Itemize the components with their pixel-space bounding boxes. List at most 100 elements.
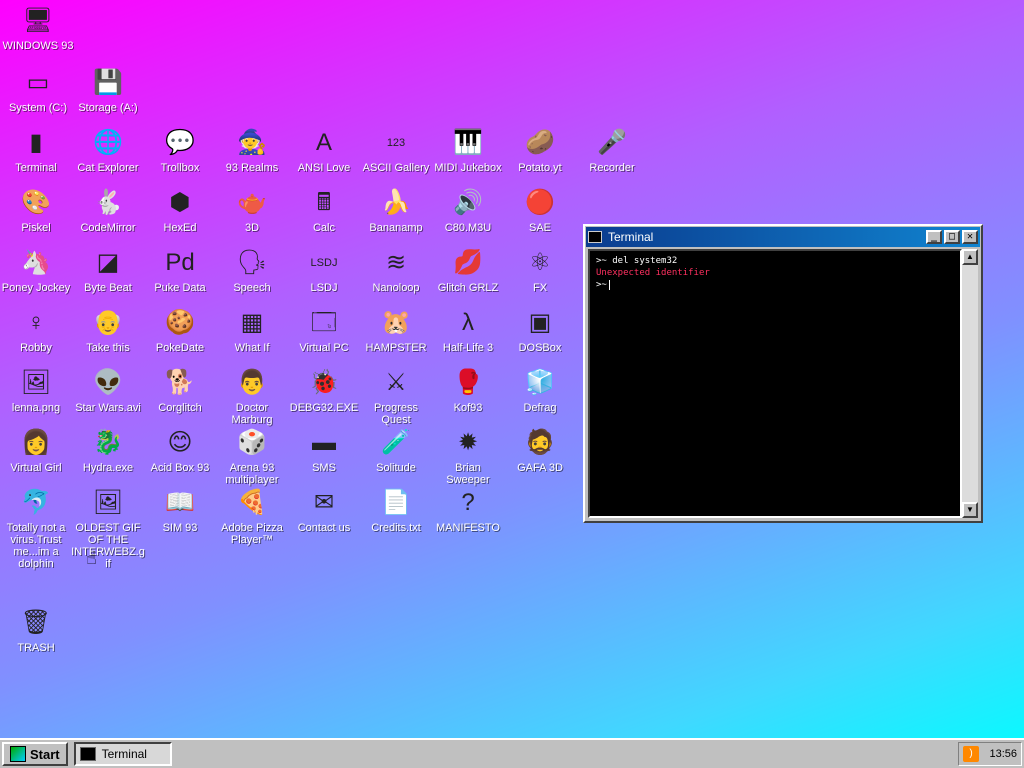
desktop-icon-hampster[interactable]: 🐹 HAMPSTER (360, 306, 432, 355)
app-icon: ? (461, 489, 475, 516)
desktop-icon-virtual-pc[interactable]: 🗔 Virtual PC (288, 306, 360, 355)
terminal-output[interactable]: >~ del system32 Unexpected identifier >~ (588, 249, 962, 518)
desktop-icon-dosbox[interactable]: ▣ DOSBox (504, 306, 576, 355)
icon-label: SIM 93 (162, 522, 198, 534)
desktop-icon-windows-93[interactable]: 🖥 WINDOWS 93 (2, 4, 74, 53)
desktop-icon-defrag[interactable]: 🧊 Defrag (504, 366, 576, 415)
desktop-icon-glitch-grlz[interactable]: 💋 Glitch GRLZ (432, 246, 504, 295)
desktop-icon-pokedate[interactable]: 🍪 PokeDate (144, 306, 216, 355)
desktop-icon-trollbox[interactable]: 💬 Trollbox (144, 126, 216, 175)
terminal-scrollbar[interactable]: ▲ ▼ (962, 249, 978, 518)
icon-label: HexEd (163, 222, 197, 234)
desktop-icon-credits-txt[interactable]: 📄 Credits.txt (360, 486, 432, 535)
taskbar-item-terminal[interactable]: Terminal (73, 742, 172, 766)
app-icon: 🐉 (93, 429, 123, 456)
app-icon: ▮ (29, 129, 43, 156)
desktop-icon-oldest-gif-of-the-interwebz-gif[interactable]: 🖼 OLDEST GIF OF THE INTERWEBZ.gif (71, 486, 145, 571)
icon-label: Glitch GRLZ (437, 282, 499, 294)
app-icon: ◪ (96, 249, 120, 276)
desktop-icon-3d[interactable]: 🫖 3D (216, 186, 288, 235)
icon-label: Puke Data (154, 282, 206, 294)
icon-label: Storage (A:) (78, 102, 138, 114)
desktop-icon-gafa-3d[interactable]: 🧔 GAFA 3D (504, 426, 576, 475)
desktop-icon-lenna-png[interactable]: 🖼 lenna.png (0, 366, 72, 415)
scroll-down-arrow-icon[interactable]: ▼ (962, 502, 978, 518)
desktop-icon-nanoloop[interactable]: ≋ Nanoloop (360, 246, 432, 295)
desktop-icon-piskel[interactable]: 🎨 Piskel (0, 186, 72, 235)
icon-label: Terminal (15, 162, 57, 174)
minimize-button[interactable]: _ (926, 230, 942, 244)
scroll-up-arrow-icon[interactable]: ▲ (962, 249, 978, 265)
desktop-icon-terminal[interactable]: ▮ Terminal (0, 126, 72, 175)
desktop-icon-puke-data[interactable]: Pd Puke Data (144, 246, 216, 295)
desktop-icon-adobe-pizza-player[interactable]: 🍕 Adobe Pizza Player™ (216, 486, 288, 547)
desktop-icon-take-this[interactable]: 👴 Take this (72, 306, 144, 355)
desktop-icon-93-realms[interactable]: 🧙 93 Realms (216, 126, 288, 175)
desktop-icon-trash[interactable]: 🗑 TRASH (0, 606, 72, 655)
desktop-icon-poney-jockey[interactable]: 🦄 Poney Jockey (0, 246, 72, 295)
start-button[interactable]: Start (2, 742, 68, 766)
desktop-icon-brian-sweeper[interactable]: ✹ Brian Sweeper (432, 426, 504, 487)
app-icon: ▭ (26, 69, 50, 96)
desktop-icon-byte-beat[interactable]: ◪ Byte Beat (72, 246, 144, 295)
desktop-icon-progress-quest[interactable]: ⚔ Progress Quest (360, 366, 432, 427)
desktop-icon-virtual-girl[interactable]: 👩 Virtual Girl (0, 426, 72, 475)
start-label: Start (30, 746, 60, 762)
desktop-icon-storage-a[interactable]: 💾 Storage (A:) (72, 66, 144, 115)
icon-label: System (C:) (8, 102, 68, 114)
app-icon: Pd (165, 249, 195, 276)
app-icon: 🌐 (93, 129, 123, 156)
desktop-icon-bananamp[interactable]: 🍌 Bananamp (360, 186, 432, 235)
app-icon: 🐇 (93, 189, 123, 216)
desktop-icon-calc[interactable]: 🖩 Calc (288, 186, 360, 235)
icon-label: Speech (233, 282, 271, 294)
icon-label: Virtual PC (299, 342, 349, 354)
desktop-icon-kof93[interactable]: 🥊 Kof93 (432, 366, 504, 415)
desktop-icon-hexed[interactable]: ⬢ HexEd (144, 186, 216, 235)
desktop-icon-half-life-3[interactable]: λ Half-Life 3 (432, 306, 504, 355)
icon-label: Poney Jockey (1, 282, 71, 294)
desktop-icon-cat-explorer[interactable]: 🌐 Cat Explorer (72, 126, 144, 175)
desktop-icon-midi-jukebox[interactable]: 🎹 MIDI Jukebox (432, 126, 504, 175)
desktop-icon-sae[interactable]: 🔴 SAE (504, 186, 576, 235)
terminal-titlebar[interactable]: Terminal _ □ ✕ (586, 227, 980, 247)
desktop-icon-lsdj[interactable]: LSDJ LSDJ (288, 246, 360, 294)
desktop-icon-totally-not-a-virus-trust-me-im-a-dolphin[interactable]: 🐬 Totally not a virus.Trust me...im a dol… (0, 486, 72, 571)
icon-label: Half-Life 3 (442, 342, 494, 354)
app-icon: 👨 (237, 369, 267, 396)
desktop-icon-codemirror[interactable]: 🐇 CodeMirror (72, 186, 144, 235)
desktop-icon-speech[interactable]: 🗣 Speech (216, 246, 288, 295)
desktop-icon-ascii-gallery[interactable]: 123 ASCII Gallery (360, 126, 432, 174)
desktop-icon-what-if[interactable]: ▦ What If (216, 306, 288, 355)
icon-label: Star Wars.avi (75, 402, 141, 414)
maximize-button[interactable]: □ (944, 230, 960, 244)
close-button[interactable]: ✕ (962, 230, 978, 244)
terminal-window[interactable]: Terminal _ □ ✕ >~ del system32 Unexpecte… (583, 224, 983, 523)
desktop-icon-hydra-exe[interactable]: 🐉 Hydra.exe (72, 426, 144, 475)
app-icon: 123 (386, 136, 406, 149)
desktop-icon-potato-yt[interactable]: 🥔 Potato.yt (504, 126, 576, 175)
app-icon: 👽 (93, 369, 123, 396)
icon-label: ANSI Love (297, 162, 351, 174)
desktop-icon-arena-93-multiplayer[interactable]: 🎲 Arena 93 multiplayer (216, 426, 288, 487)
desktop-icon-system-c[interactable]: ▭ System (C:) (2, 66, 74, 115)
desktop-icon-solitude[interactable]: 🧪 Solitude (360, 426, 432, 475)
desktop-icon-manifesto[interactable]: ? MANIFESTO (432, 486, 504, 535)
taskbar-item-label: Terminal (101, 747, 147, 761)
desktop-icon-sim-93[interactable]: 📖 SIM 93 (144, 486, 216, 535)
desktop-icon-acid-box-93[interactable]: 😊 Acid Box 93 (144, 426, 216, 475)
rss-icon[interactable]: ) (963, 746, 979, 762)
desktop-icon-corglitch[interactable]: 🐕 Corglitch (144, 366, 216, 415)
text-cursor (608, 279, 610, 290)
desktop-icon-contact-us[interactable]: ✉ Contact us (288, 486, 360, 535)
desktop-icon-fx[interactable]: ⚛ FX (504, 246, 576, 295)
terminal-line-prompt[interactable]: >~ (596, 279, 954, 291)
desktop-icon-robby[interactable]: ♀ Robby (0, 306, 72, 355)
desktop-icon-c80-m3u[interactable]: 🔊 C80.M3U (432, 186, 504, 235)
desktop-icon-doctor-marburg[interactable]: 👨 Doctor Marburg (216, 366, 288, 427)
desktop-icon-recorder[interactable]: 🎤 Recorder (576, 126, 648, 175)
desktop-icon-debg32-exe[interactable]: 🐞 DEBG32.EXE (288, 366, 360, 415)
desktop-icon-star-wars-avi[interactable]: 👽 Star Wars.avi (72, 366, 144, 415)
desktop-icon-sms[interactable]: ▬ SMS (288, 426, 360, 475)
desktop-icon-ansi-love[interactable]: A ANSI Love (288, 126, 360, 175)
